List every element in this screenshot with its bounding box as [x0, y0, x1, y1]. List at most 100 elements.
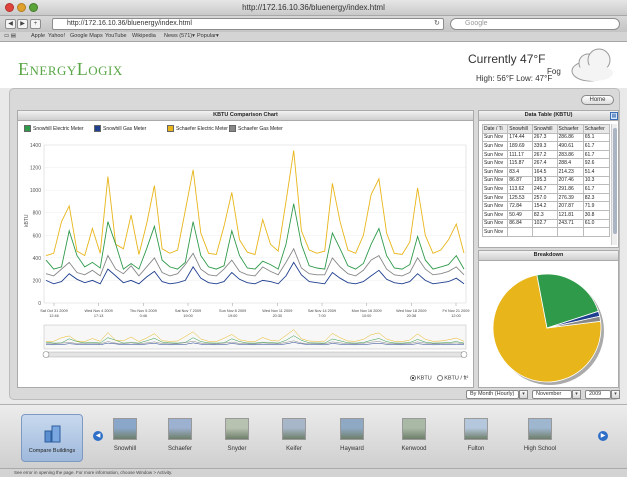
overview-navigator[interactable]	[43, 324, 467, 350]
table-cell: 283.86	[556, 149, 584, 160]
table-cell: 61.7	[582, 149, 610, 160]
month-dropdown-arrow[interactable]: ▾	[572, 390, 581, 399]
bookmark-item[interactable]: Google Maps	[70, 32, 103, 41]
legend-item[interactable]: Schaefer Electric Meter	[167, 125, 228, 133]
building-label: Schaefer	[167, 446, 192, 452]
table-scroll-thumb[interactable]	[613, 128, 617, 234]
building-photo	[225, 418, 249, 440]
table-header-cell[interactable]: Schaefer	[582, 124, 610, 134]
address-bar[interactable]: http://172.16.10.36/bluenergy/index.html	[52, 18, 444, 30]
x-tick-label: 10:00	[362, 314, 372, 318]
table-row[interactable]: Sun Nov 115.87 267.4 288.4 92.6	[482, 158, 610, 168]
back-button[interactable]: ◀	[5, 19, 16, 29]
forward-button[interactable]: ▶	[17, 19, 28, 29]
range-handle-left[interactable]	[42, 351, 50, 358]
bookmark-item[interactable]: Yahoo!	[48, 32, 65, 41]
table-row[interactable]: Sun Nov 174.44 267.3 286.86 65.1	[482, 132, 610, 143]
table-cell: 121.81	[556, 209, 584, 220]
next-buildings-arrow[interactable]: ▶	[598, 431, 608, 441]
table-cell: 267.3	[531, 132, 558, 143]
table-cell: Sun Nov	[482, 184, 509, 194]
building-item[interactable]: Kenwood	[386, 418, 442, 460]
table-scrollbar[interactable]	[611, 124, 617, 245]
legend-item[interactable]: Snowhill Gas Meter	[94, 125, 146, 133]
table-row[interactable]: Sun Nov 86.87 195.3 207.46 10.3	[482, 175, 610, 186]
month-select[interactable]: November	[532, 390, 572, 399]
page-header: EnergyLogix Currently 47°F Fog High: 56°…	[0, 42, 627, 88]
building-label: High School	[523, 446, 557, 452]
compare-buildings-button[interactable]: Compare Buildings	[21, 414, 83, 462]
table-header-cell[interactable]: Date / Ti	[482, 124, 509, 134]
legend-item[interactable]: Schaefer Gas Meter	[229, 125, 283, 133]
table-header-cell[interactable]: Schaefer	[556, 124, 584, 134]
table-row[interactable]: Sun Nov 83.4 164.5 214.23 51.4	[482, 166, 610, 177]
data-table-scroll-area[interactable]: Date / Ti Snowhill Snowhill Schaefer Schaefe…	[482, 124, 610, 245]
search-field[interactable]: Google	[450, 18, 620, 30]
building-item[interactable]: Schaefer	[152, 418, 208, 460]
data-table-title: Data Table (KBTU)	[479, 111, 618, 121]
building-item[interactable]: Snyder	[209, 418, 265, 460]
bookmark-item[interactable]: News (571)▾	[164, 32, 195, 41]
table-header-cell[interactable]: Snowhill	[531, 124, 558, 134]
export-icon[interactable]: ▦	[610, 112, 618, 120]
kbtu-radio[interactable]	[410, 375, 416, 381]
kbtu-per-sqft-radio-label: KBTU / ft²	[444, 375, 469, 382]
bookmark-item[interactable]: YouTube	[105, 32, 127, 41]
bookmark-item[interactable]: Wikipedia	[132, 32, 156, 41]
table-cell: 51.4	[582, 166, 610, 177]
building-item[interactable]: High School	[512, 418, 568, 460]
interval-select[interactable]: By Month (Hourly)	[466, 390, 519, 399]
table-cell: 257.0	[531, 192, 558, 203]
kbtu-per-sqft-radio[interactable]	[437, 375, 444, 381]
table-cell: 164.5	[531, 166, 558, 177]
table-row[interactable]: Sun Nov 111.17 267.2 283.86 61.7	[482, 149, 610, 160]
table-cell: 154.2	[531, 201, 558, 211]
table-cell: 102.7	[531, 218, 558, 229]
table-cell: 71.9	[582, 201, 610, 211]
table-row[interactable]: Sun Nov 50.49 82.3 121.81 30.8	[482, 209, 610, 220]
interval-dropdown-arrow[interactable]: ▾	[519, 390, 528, 399]
table-cell: 30.8	[582, 209, 610, 220]
x-tick-label: 7:00	[318, 314, 325, 318]
table-cell: 82.3	[531, 209, 558, 220]
add-bookmark-button[interactable]: +	[30, 19, 41, 29]
reload-icon[interactable]: ↻	[434, 19, 440, 27]
table-row[interactable]: Sun Nov	[482, 227, 610, 237]
x-tick-label: Wed Nov 11 2009	[262, 309, 292, 313]
building-photo	[340, 418, 364, 440]
table-cell	[556, 227, 584, 237]
table-cell: 82.3	[582, 192, 610, 203]
building-item[interactable]: Fulton	[448, 418, 504, 460]
bookmarks-book-icon[interactable]: ▭ ▤	[4, 32, 16, 41]
year-select[interactable]: 2009	[585, 390, 611, 399]
table-row[interactable]: Sun Nov 86.84 102.7 243.71 61.0	[482, 218, 610, 229]
table-row[interactable]: Sun Nov 113.62 246.7 291.86 61.7	[482, 184, 610, 194]
building-label: Fulton	[467, 446, 485, 452]
building-photo	[528, 418, 552, 440]
range-scrollbar[interactable]	[43, 351, 467, 358]
legend-item[interactable]: Snowhill Electric Meter	[24, 125, 84, 133]
range-handle-right[interactable]	[460, 351, 468, 358]
table-row[interactable]: Sun Nov 72.84 154.2 207.87 71.9	[482, 201, 610, 211]
table-header-cell[interactable]: Snowhill	[507, 124, 533, 134]
building-item[interactable]: Hayward	[324, 418, 380, 460]
bookmark-item[interactable]: Apple	[31, 32, 45, 41]
logo[interactable]: EnergyLogix	[18, 59, 123, 80]
table-cell: 267.4	[531, 158, 558, 168]
table-cell: 174.44	[507, 132, 533, 143]
data-table: Date / Ti Snowhill Snowhill Schaefer Schaefe…	[482, 124, 610, 237]
table-cell: Sun Nov	[482, 158, 509, 168]
table-cell: 61.0	[582, 218, 610, 229]
table-row[interactable]: Sun Nov 189.69 339.3 490.61 61.7	[482, 141, 610, 151]
building-item[interactable]: Snowhill	[97, 418, 153, 460]
compare-buildings-label: Compare Buildings	[28, 448, 76, 454]
breakdown-panel: Breakdown	[478, 250, 619, 388]
home-button[interactable]: Home	[581, 95, 614, 105]
table-row[interactable]: Sun Nov 125.53 257.0 276.39 82.3	[482, 192, 610, 203]
breakdown-pie-chart[interactable]	[479, 262, 620, 388]
year-dropdown-arrow[interactable]: ▾	[611, 390, 620, 399]
line-chart[interactable]: 0 200 400 600 800 1000 1200 1400 kBTU Sat Oct 31 …	[18, 137, 475, 363]
bookmark-item[interactable]: Popular▾	[197, 32, 219, 41]
table-cell: Sun Nov	[482, 201, 509, 211]
building-item[interactable]: Keifer	[266, 418, 322, 460]
